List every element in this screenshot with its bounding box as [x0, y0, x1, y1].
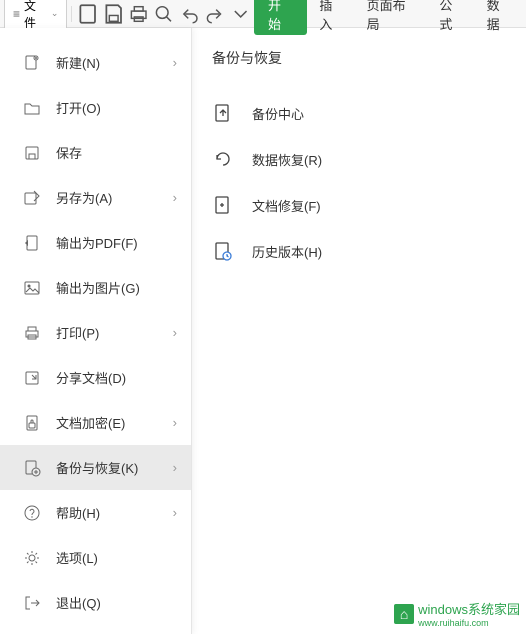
watermark-logo-icon: ⌂ — [394, 604, 414, 624]
chevron-right-icon: › — [173, 190, 177, 205]
menu-saveas[interactable]: 另存为(A) › — [0, 175, 191, 220]
menu-exit[interactable]: 退出(Q) — [0, 580, 191, 625]
chevron-right-icon: › — [173, 55, 177, 70]
exit-icon — [22, 593, 42, 613]
pdf-icon — [22, 233, 42, 253]
preview-icon[interactable] — [152, 2, 175, 26]
menu-label: 文档加密(E) — [56, 413, 173, 432]
menu-label: 另存为(A) — [56, 188, 173, 207]
backup-icon — [22, 458, 42, 478]
print-icon — [22, 323, 42, 343]
save-icon[interactable] — [102, 2, 125, 26]
menu-image[interactable]: 输出为图片(G) — [0, 265, 191, 310]
lock-icon — [22, 413, 42, 433]
watermark-url: www.ruihaifu.com — [418, 619, 520, 628]
panel-label: 文档修复(F) — [252, 196, 321, 215]
menu-backup[interactable]: 备份与恢复(K) › — [0, 445, 191, 490]
share-icon — [22, 368, 42, 388]
gear-icon — [22, 548, 42, 568]
panel-data-recover[interactable]: 数据恢复(R) — [212, 136, 526, 182]
menu-help[interactable]: 帮助(H) › — [0, 490, 191, 535]
menu-encrypt[interactable]: 文档加密(E) › — [0, 400, 191, 445]
menu-options[interactable]: 选项(L) — [0, 535, 191, 580]
backup-center-icon — [212, 102, 234, 124]
help-icon — [22, 503, 42, 523]
undo-icon[interactable] — [178, 2, 201, 26]
saveas-icon — [22, 188, 42, 208]
new-doc-icon[interactable] — [76, 2, 99, 26]
new-icon — [22, 53, 42, 73]
menu-label: 输出为PDF(F) — [56, 233, 177, 252]
menu-label: 打开(O) — [56, 98, 177, 117]
menu-pdf[interactable]: 输出为PDF(F) — [0, 220, 191, 265]
panel-label: 备份中心 — [252, 104, 304, 123]
file-menu: 新建(N) › 打开(O) 保存 另存为(A) › 输出为PDF(F) 输出为图… — [0, 28, 192, 634]
menu-new[interactable]: 新建(N) › — [0, 40, 191, 85]
recover-icon — [212, 148, 234, 170]
backup-panel: 备份与恢复 备份中心 数据恢复(R) 文档修复(F) 历史版本(H) — [192, 28, 526, 634]
chevron-right-icon: › — [173, 415, 177, 430]
print-icon[interactable] — [127, 2, 150, 26]
panel-title: 备份与恢复 — [212, 48, 526, 68]
toolbar: ≡ 文件 ⌄ 开始 插入 页面布局 公式 数据 — [0, 0, 526, 28]
panel-backup-center[interactable]: 备份中心 — [212, 90, 526, 136]
dropdown-icon[interactable] — [229, 2, 252, 26]
chevron-right-icon: › — [173, 505, 177, 520]
hamburger-icon: ≡ — [13, 7, 20, 21]
menu-label: 选项(L) — [56, 548, 177, 567]
separator — [71, 6, 72, 22]
panel-label: 数据恢复(R) — [252, 150, 322, 169]
menu-print[interactable]: 打印(P) › — [0, 310, 191, 355]
menu-label: 帮助(H) — [56, 503, 173, 522]
save-icon — [22, 143, 42, 163]
main-area: 新建(N) › 打开(O) 保存 另存为(A) › 输出为PDF(F) 输出为图… — [0, 28, 526, 634]
menu-label: 备份与恢复(K) — [56, 458, 173, 477]
menu-label: 保存 — [56, 143, 177, 162]
panel-history[interactable]: 历史版本(H) — [212, 228, 526, 274]
history-icon — [212, 240, 234, 262]
menu-open[interactable]: 打开(O) — [0, 85, 191, 130]
menu-label: 新建(N) — [56, 53, 173, 72]
menu-share[interactable]: 分享文档(D) — [0, 355, 191, 400]
file-label: 文件 — [24, 0, 47, 31]
panel-label: 历史版本(H) — [252, 242, 322, 261]
watermark: ⌂ windows系统家园 www.ruihaifu.com — [394, 599, 520, 628]
menu-label: 退出(Q) — [56, 593, 177, 612]
repair-icon — [212, 194, 234, 216]
redo-icon[interactable] — [203, 2, 226, 26]
menu-label: 输出为图片(G) — [56, 278, 177, 297]
chevron-right-icon: › — [173, 460, 177, 475]
chevron-down-icon: ⌄ — [51, 8, 59, 19]
image-icon — [22, 278, 42, 298]
watermark-text: windows系统家园 — [418, 602, 520, 617]
menu-save[interactable]: 保存 — [0, 130, 191, 175]
folder-icon — [22, 98, 42, 118]
menu-label: 分享文档(D) — [56, 368, 177, 387]
chevron-right-icon: › — [173, 325, 177, 340]
panel-doc-repair[interactable]: 文档修复(F) — [212, 182, 526, 228]
menu-label: 打印(P) — [56, 323, 173, 342]
